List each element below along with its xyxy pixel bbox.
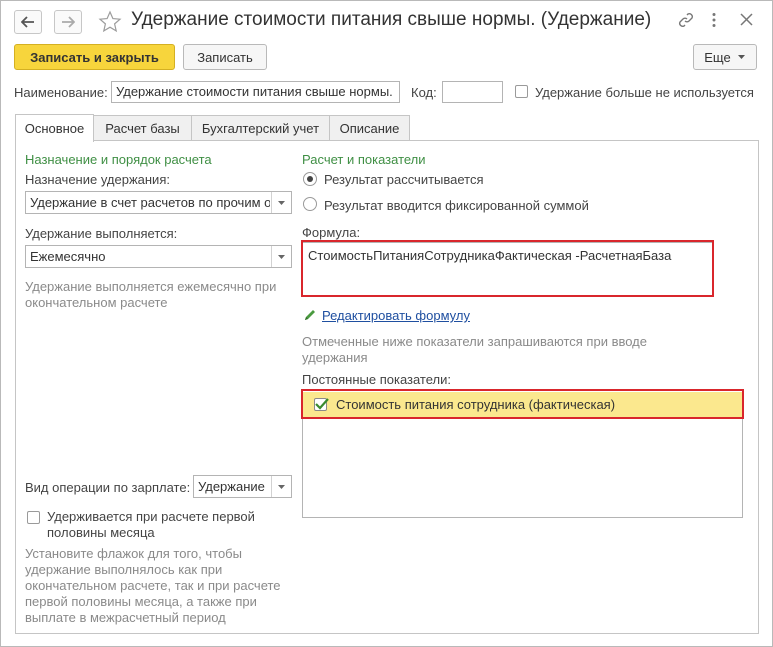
arrow-left-icon bbox=[21, 16, 34, 28]
first-half-checkbox[interactable] bbox=[27, 511, 40, 524]
forward-button[interactable] bbox=[54, 10, 82, 34]
right-section-title: Расчет и показатели bbox=[302, 152, 426, 167]
code-field[interactable] bbox=[442, 81, 503, 103]
pencil-icon bbox=[303, 308, 317, 325]
radio-calculated[interactable] bbox=[303, 172, 317, 186]
first-half-label-line-1: Удерживается при расчете первой bbox=[47, 509, 255, 524]
arrow-right-icon bbox=[62, 16, 75, 28]
first-half-hint: Установите флажок для того, чтобы удержа… bbox=[25, 546, 281, 625]
chevron-down-icon bbox=[737, 55, 745, 59]
left-section-title: Назначение и порядок расчета bbox=[25, 152, 212, 167]
radio-calculated-label: Результат рассчитывается bbox=[324, 172, 484, 187]
code-label: Код: bbox=[411, 85, 437, 100]
unused-checkbox[interactable] bbox=[515, 85, 528, 98]
back-button[interactable] bbox=[14, 10, 42, 34]
radio-dot bbox=[307, 176, 313, 182]
purpose-select[interactable]: Удержание в счет расчетов по прочим опер… bbox=[25, 191, 292, 214]
save-button[interactable]: Записать bbox=[183, 44, 267, 70]
first-half-label: Удерживается при расчете первой половины… bbox=[47, 509, 255, 541]
name-label: Наименование: bbox=[14, 85, 108, 100]
name-field[interactable]: Удержание стоимости питания свыше нормы. bbox=[111, 81, 400, 103]
purpose-value: Удержание в счет расчетов по прочим опер… bbox=[30, 195, 270, 210]
close-icon bbox=[740, 13, 753, 26]
indicators-hint: Отмеченные ниже показатели запрашиваются… bbox=[302, 334, 647, 365]
link-icon bbox=[679, 13, 693, 27]
more-actions-button[interactable] bbox=[711, 12, 717, 31]
purpose-dropdown-button[interactable] bbox=[271, 192, 291, 213]
formula-highlight-outline bbox=[301, 240, 714, 297]
indicator-highlight-outline bbox=[301, 389, 744, 419]
purpose-label: Назначение удержания: bbox=[25, 172, 170, 187]
favorite-button[interactable] bbox=[98, 10, 122, 36]
performed-label: Удержание выполняется: bbox=[25, 226, 178, 241]
chevron-down-icon bbox=[278, 484, 285, 489]
link-button[interactable] bbox=[678, 12, 694, 31]
radio-fixed-label: Результат вводится фиксированной суммой bbox=[324, 198, 589, 213]
unused-label: Удержание больше не используется bbox=[535, 85, 754, 100]
radio-fixed[interactable] bbox=[303, 197, 317, 211]
constant-indicators-label: Постоянные показатели: bbox=[302, 372, 451, 387]
chevron-down-icon bbox=[278, 254, 285, 259]
formula-label: Формула: bbox=[302, 225, 361, 240]
chevron-down-icon bbox=[278, 200, 285, 205]
tab-base-calculation[interactable]: Расчет базы bbox=[93, 115, 192, 141]
operation-dropdown-button[interactable] bbox=[271, 476, 291, 497]
star-icon bbox=[98, 10, 122, 33]
window-title: Удержание стоимости питания свыше нормы.… bbox=[131, 9, 652, 30]
close-button[interactable] bbox=[740, 13, 753, 29]
operation-select[interactable]: Удержание bbox=[193, 475, 292, 498]
first-half-label-line-2: половины месяца bbox=[47, 525, 155, 540]
tab-accounting[interactable]: Бухгалтерский учет bbox=[191, 115, 330, 141]
performed-select[interactable]: Ежемесячно bbox=[25, 245, 292, 268]
save-and-close-button[interactable]: Записать и закрыть bbox=[14, 44, 175, 70]
performed-value: Ежемесячно bbox=[30, 249, 106, 264]
performed-hint: Удержание выполняется ежемесячно при око… bbox=[25, 279, 277, 310]
more-menu-label: Еще bbox=[704, 49, 731, 65]
tab-description[interactable]: Описание bbox=[329, 115, 410, 141]
edit-formula-link[interactable]: Редактировать формулу bbox=[322, 308, 470, 323]
operation-label: Вид операции по зарплате: bbox=[25, 480, 191, 495]
more-icon bbox=[712, 13, 716, 27]
tab-main[interactable]: Основное bbox=[15, 114, 94, 142]
document-window: Удержание стоимости питания свыше нормы.… bbox=[0, 0, 773, 647]
operation-value: Удержание bbox=[198, 479, 265, 494]
performed-dropdown-button[interactable] bbox=[271, 246, 291, 267]
more-menu-button[interactable]: Еще bbox=[693, 44, 757, 70]
